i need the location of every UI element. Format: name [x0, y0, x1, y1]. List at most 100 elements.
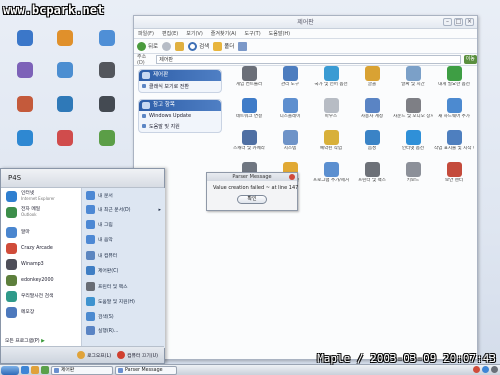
close-icon[interactable]: ×: [465, 18, 474, 26]
program-title: edonkey2000: [21, 277, 54, 283]
control-panel-item[interactable]: 스캐너 및 카메라: [229, 129, 269, 161]
close-icon[interactable]: [289, 174, 295, 180]
folders-button[interactable]: 폴더: [213, 41, 234, 52]
app-icon: [17, 62, 33, 78]
control-panel-item[interactable]: 마우스: [311, 97, 351, 129]
control-panel-item[interactable]: 국가 및 언어 옵션: [311, 65, 351, 97]
quick-launch-icon[interactable]: [21, 366, 29, 374]
desktop-icon[interactable]: [92, 62, 122, 92]
desktop-icon[interactable]: [50, 96, 80, 126]
control-panel-item[interactable]: 음성: [352, 129, 392, 161]
desktop-icon[interactable]: [92, 30, 122, 60]
start-menu-program[interactable]: edonkey2000: [1, 272, 81, 288]
start-menu-program[interactable]: 전자 메일 Outlook: [1, 204, 81, 220]
task-panel-title[interactable]: 참고 항목: [139, 100, 221, 111]
address-label: 주소(D): [137, 54, 147, 66]
views-button[interactable]: [238, 41, 248, 52]
control-panel-item[interactable]: 관리 도구: [270, 65, 310, 97]
control-panel-item[interactable]: 프린터 및 팩스: [352, 161, 392, 193]
arrow-right-icon: ▶: [41, 339, 45, 344]
help-support-link[interactable]: 도움말 및 지원: [139, 121, 221, 132]
switch-classic-view-link[interactable]: 클래식 보기로 전환: [139, 81, 221, 92]
start-menu-program[interactable]: Winamp3: [1, 256, 81, 272]
start-menu-place[interactable]: 제어판(C): [82, 263, 165, 278]
tray-icon[interactable]: [482, 366, 489, 373]
control-panel-item[interactable]: 작업 표시줄 및 시작 메뉴: [434, 129, 474, 161]
menu-file[interactable]: 파일(F): [138, 29, 154, 38]
address-input[interactable]: 제어판: [156, 55, 461, 64]
start-menu-place[interactable]: 도움말 및 지원(H): [82, 294, 165, 309]
logoff-button[interactable]: 로그오프(L): [77, 351, 111, 359]
minimize-icon[interactable]: –: [443, 18, 452, 26]
program-icon: [6, 290, 17, 302]
menu-favorites[interactable]: 즐겨찾기(A): [211, 29, 237, 38]
start-button[interactable]: [1, 365, 19, 375]
start-menu-place[interactable]: 내 그림: [82, 217, 165, 232]
windows-update-link[interactable]: Windows Update: [139, 111, 221, 121]
control-panel-item[interactable]: 예약된 작업: [311, 129, 351, 161]
start-menu-footer: 로그오프(L) 컴퓨터 끄기(U): [1, 346, 164, 363]
desktop-icon[interactable]: [10, 30, 40, 60]
up-button[interactable]: [175, 41, 185, 52]
control-panel-item[interactable]: 새 하드웨어 추가: [434, 97, 474, 129]
start-menu-program[interactable]: 인터넷 Internet Explorer: [1, 188, 81, 204]
control-panel-item[interactable]: 프로그램 추가/제거: [311, 161, 351, 193]
maximize-icon[interactable]: □: [454, 18, 463, 26]
start-menu-place[interactable]: 실행(R)...: [82, 323, 165, 338]
control-panel-item[interactable]: 키보드: [393, 161, 433, 193]
taskbar-item-control-panel[interactable]: 제어판: [51, 365, 113, 375]
desktop-icon[interactable]: [10, 96, 40, 126]
start-menu-place[interactable]: 내 최근 문서(D) ▸: [82, 203, 165, 218]
start-menu-program[interactable]: 우리말사전 검색: [1, 288, 81, 304]
menu-view[interactable]: 보기(V): [186, 29, 203, 38]
search-button[interactable]: 검색: [188, 41, 209, 52]
control-panel-item[interactable]: 게임 컨트롤러: [229, 65, 269, 97]
shutdown-button[interactable]: 컴퓨터 끄기(U): [117, 351, 158, 359]
program-title: 메모장: [21, 309, 35, 315]
desktop-icon[interactable]: [50, 130, 80, 160]
control-panel-item[interactable]: 글꼴: [352, 65, 392, 97]
tray-icon[interactable]: [491, 366, 498, 373]
desktop-icon[interactable]: [92, 96, 122, 126]
start-menu-program[interactable]: 알마: [1, 224, 81, 240]
control-panel-item[interactable]: 보안 센터: [434, 161, 474, 193]
control-panel-item[interactable]: 시스템: [270, 129, 310, 161]
desktop-icon[interactable]: [50, 62, 80, 92]
task-panel-title[interactable]: 제어판: [139, 70, 221, 81]
dialog-titlebar[interactable]: Parser Message: [207, 173, 297, 181]
control-panel-item[interactable]: 디스플레이: [270, 97, 310, 129]
all-programs-button[interactable]: 모든 프로그램(P) ▶: [5, 337, 45, 344]
start-menu-place[interactable]: 내 컴퓨터: [82, 248, 165, 263]
start-menu-program[interactable]: 메모장: [1, 304, 81, 320]
control-panel-item-icon: [405, 66, 421, 81]
taskbar-item-parser-message[interactable]: Parser Message: [115, 365, 177, 375]
menu-tools[interactable]: 도구(T): [245, 29, 261, 38]
desktop-icon[interactable]: [10, 130, 40, 160]
control-panel-item[interactable]: 네트워크 연결: [229, 97, 269, 129]
desktop-icon[interactable]: [92, 130, 122, 160]
menu-edit[interactable]: 편집(E): [162, 29, 178, 38]
start-menu-place[interactable]: 프린터 및 팩스: [82, 280, 165, 295]
place-icon: [86, 251, 95, 261]
forward-button[interactable]: [162, 41, 172, 52]
go-button[interactable]: 이동: [463, 55, 477, 64]
menu-help[interactable]: 도움말(H): [269, 29, 290, 38]
start-menu-place[interactable]: 검색(S): [82, 309, 165, 324]
quick-launch-icon[interactable]: [31, 366, 39, 374]
desktop-icon[interactable]: [10, 62, 40, 92]
control-panel-item[interactable]: 사용자 계정: [352, 97, 392, 129]
start-menu-program[interactable]: Crazy Arcade: [1, 240, 81, 256]
control-panel-item-label: 디스플레이: [279, 114, 301, 119]
desktop-icon[interactable]: [50, 30, 80, 60]
back-button[interactable]: 뒤로: [137, 41, 158, 52]
control-panel-item[interactable]: 사운드 및 오디오 장치: [393, 97, 433, 129]
control-panel-item[interactable]: 내게 필요한 옵션: [434, 65, 474, 97]
start-menu-place[interactable]: 내 문서: [82, 188, 165, 203]
window-titlebar[interactable]: 제어판 – □ ×: [134, 16, 477, 29]
ok-button[interactable]: 확인: [237, 195, 267, 204]
control-panel-item[interactable]: 인터넷 옵션: [393, 129, 433, 161]
start-menu-place[interactable]: 내 음악: [82, 232, 165, 247]
quick-launch-icon[interactable]: [41, 366, 49, 374]
tray-icon[interactable]: [473, 366, 480, 373]
control-panel-item[interactable]: 날짜 및 시간: [393, 65, 433, 97]
